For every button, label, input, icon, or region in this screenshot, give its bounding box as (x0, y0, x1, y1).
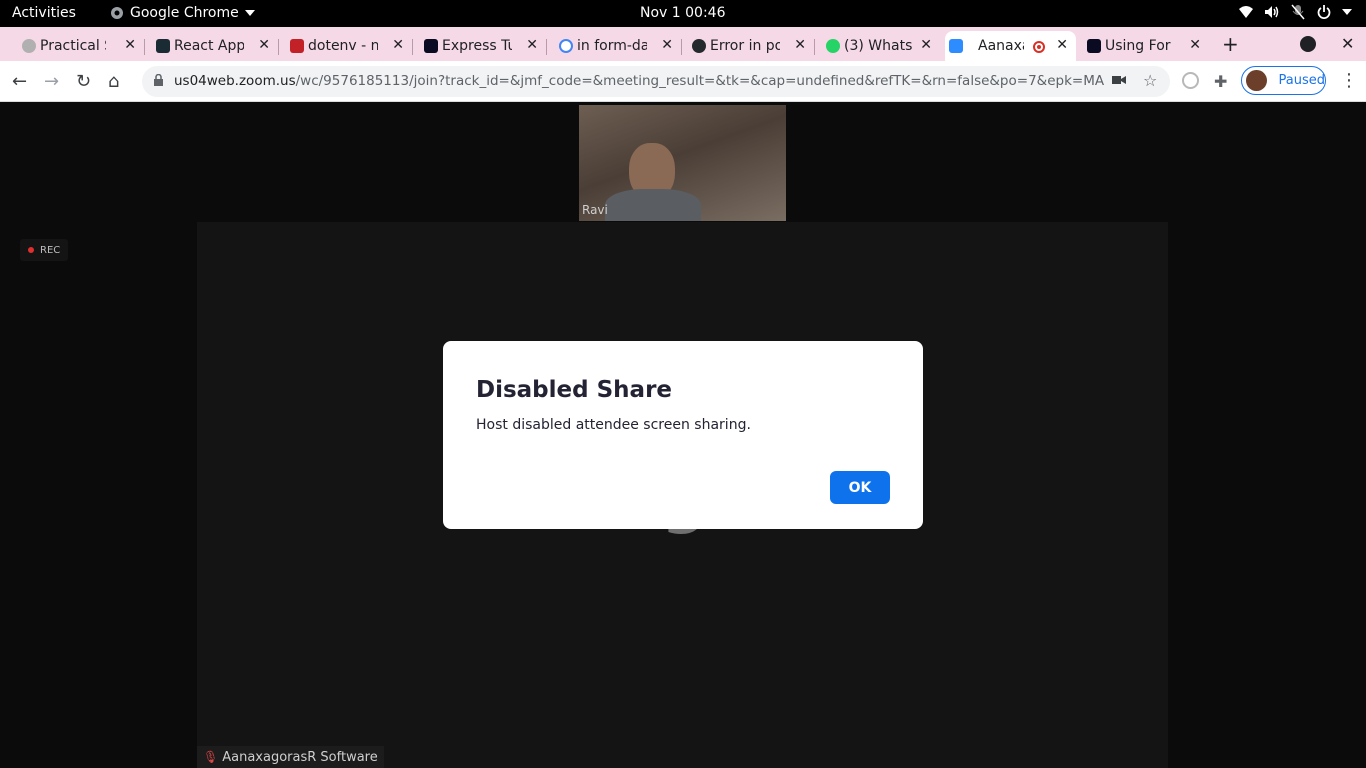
close-icon[interactable]: ✕ (1056, 37, 1068, 53)
extension-icon[interactable] (1182, 72, 1199, 89)
address-bar[interactable]: us04web.zoom.us/wc/9576185113/join?track… (142, 66, 1170, 97)
profile-button[interactable]: Paused (1241, 66, 1326, 95)
tab-whatsapp[interactable]: (3) Whats ✕ (822, 31, 940, 61)
npm-icon (290, 39, 304, 53)
freecodecamp-icon (424, 39, 438, 53)
react-icon (156, 39, 170, 53)
close-icon[interactable]: ✕ (124, 37, 136, 53)
tab-separator (412, 39, 413, 55)
close-icon[interactable]: ✕ (526, 37, 538, 53)
camera-in-use-icon[interactable] (1112, 74, 1126, 86)
tab-separator (144, 39, 145, 55)
tab-label: Using For (1105, 38, 1171, 54)
volume-icon (1264, 4, 1280, 20)
tab-express[interactable]: Express Tu ✕ (420, 31, 547, 61)
avatar (1246, 70, 1267, 91)
ok-button[interactable]: OK (830, 471, 890, 504)
clock[interactable]: Nov 1 00:46 (640, 5, 725, 21)
close-icon[interactable]: ✕ (920, 37, 932, 53)
close-icon[interactable]: ✕ (661, 37, 673, 53)
url-host: us04web.zoom.us (174, 73, 296, 89)
tab-label: Error in po (710, 38, 780, 54)
recording-indicator-icon (1033, 41, 1045, 53)
practical-icon (22, 39, 36, 53)
new-tab-button[interactable]: + (1222, 32, 1239, 56)
disabled-share-dialog: Disabled Share Host disabled attendee sc… (443, 341, 923, 529)
power-icon (1316, 4, 1332, 20)
home-icon[interactable]: ⌂ (108, 71, 119, 92)
tab-label: in form-da (577, 38, 647, 54)
url-text: us04web.zoom.us/wc/9576185113/join?track… (174, 73, 1104, 89)
back-arrow-icon[interactable]: ← (12, 71, 27, 92)
tab-search-icon[interactable] (1300, 36, 1316, 52)
mic-muted-icon: 🎙 (203, 750, 219, 764)
chrome-icon (111, 7, 123, 19)
dialog-title: Disabled Share (476, 377, 673, 403)
record-dot-icon (28, 247, 34, 253)
close-icon[interactable]: ✕ (794, 37, 806, 53)
browser-toolbar: ← → ↻ ⌂ us04web.zoom.us/wc/9576185113/jo… (0, 61, 1366, 102)
tab-github-error[interactable]: Error in po ✕ (688, 31, 815, 61)
profile-status: Paused (1278, 73, 1325, 88)
participant-name: Ravi (582, 203, 608, 217)
app-menu[interactable]: Google Chrome (110, 5, 255, 21)
tab-dotenv[interactable]: dotenv - n ✕ (286, 31, 413, 61)
wifi-icon (1238, 4, 1254, 20)
tab-label: Practical S (40, 38, 106, 54)
tab-practical[interactable]: Practical S ✕ (18, 31, 145, 61)
chevron-down-icon (244, 10, 255, 16)
close-icon[interactable]: ✕ (258, 37, 270, 53)
participant-video[interactable]: Ravi (579, 105, 786, 221)
window-close-icon[interactable]: ✕ (1341, 34, 1354, 53)
chevron-down-icon (1342, 9, 1352, 15)
tab-label: Express Tu (442, 38, 512, 54)
close-icon[interactable]: ✕ (392, 37, 404, 53)
tab-label: React App (174, 38, 244, 54)
tab-label: Aanaxa (978, 38, 1024, 54)
forward-arrow-icon[interactable]: → (44, 71, 59, 92)
url-path: /wc/9576185113/join?track_id=&jmf_code=&… (295, 73, 1104, 89)
activities-button[interactable]: Activities (12, 5, 76, 21)
bookmark-star-icon[interactable]: ☆ (1143, 71, 1157, 90)
dialog-message: Host disabled attendee screen sharing. (476, 417, 751, 433)
tab-separator (546, 39, 547, 55)
freecodecamp-icon (1087, 39, 1101, 53)
tab-zoom-meeting[interactable]: Aanaxa ✕ (945, 31, 1076, 61)
tab-using-form[interactable]: Using For ✕ (1083, 31, 1209, 61)
app-menu-label: Google Chrome (130, 5, 239, 21)
tab-react-app[interactable]: React App ✕ (152, 31, 279, 61)
more-menu-icon[interactable]: ⋮ (1340, 70, 1358, 91)
recording-badge: REC (20, 239, 69, 261)
zoom-icon (949, 39, 963, 53)
github-icon (692, 39, 706, 53)
share-source-label: 🎙 AanaxagorasR Software (197, 746, 384, 768)
whatsapp-icon (826, 39, 840, 53)
puzzle-icon[interactable]: ✚ (1214, 72, 1227, 91)
system-tray[interactable] (1238, 4, 1352, 20)
reload-icon[interactable]: ↻ (76, 71, 91, 92)
lock-icon (154, 74, 163, 86)
google-icon (559, 39, 573, 53)
tab-separator (681, 39, 682, 55)
mic-muted-icon (1290, 4, 1306, 20)
tab-label: dotenv - n (308, 38, 378, 54)
tab-separator (814, 39, 815, 55)
tab-strip: Practical S ✕ React App ✕ dotenv - n ✕ E… (0, 27, 1366, 61)
tab-google-search[interactable]: in form-da ✕ (555, 31, 682, 61)
tab-label: (3) Whats (844, 38, 913, 54)
share-source-name: AanaxagorasR Software (222, 749, 378, 765)
recording-label: REC (40, 244, 61, 256)
close-icon[interactable]: ✕ (1189, 37, 1201, 53)
tab-separator (278, 39, 279, 55)
system-top-bar: Activities Google Chrome Nov 1 00:46 (0, 0, 1366, 27)
participant-body (605, 189, 701, 221)
